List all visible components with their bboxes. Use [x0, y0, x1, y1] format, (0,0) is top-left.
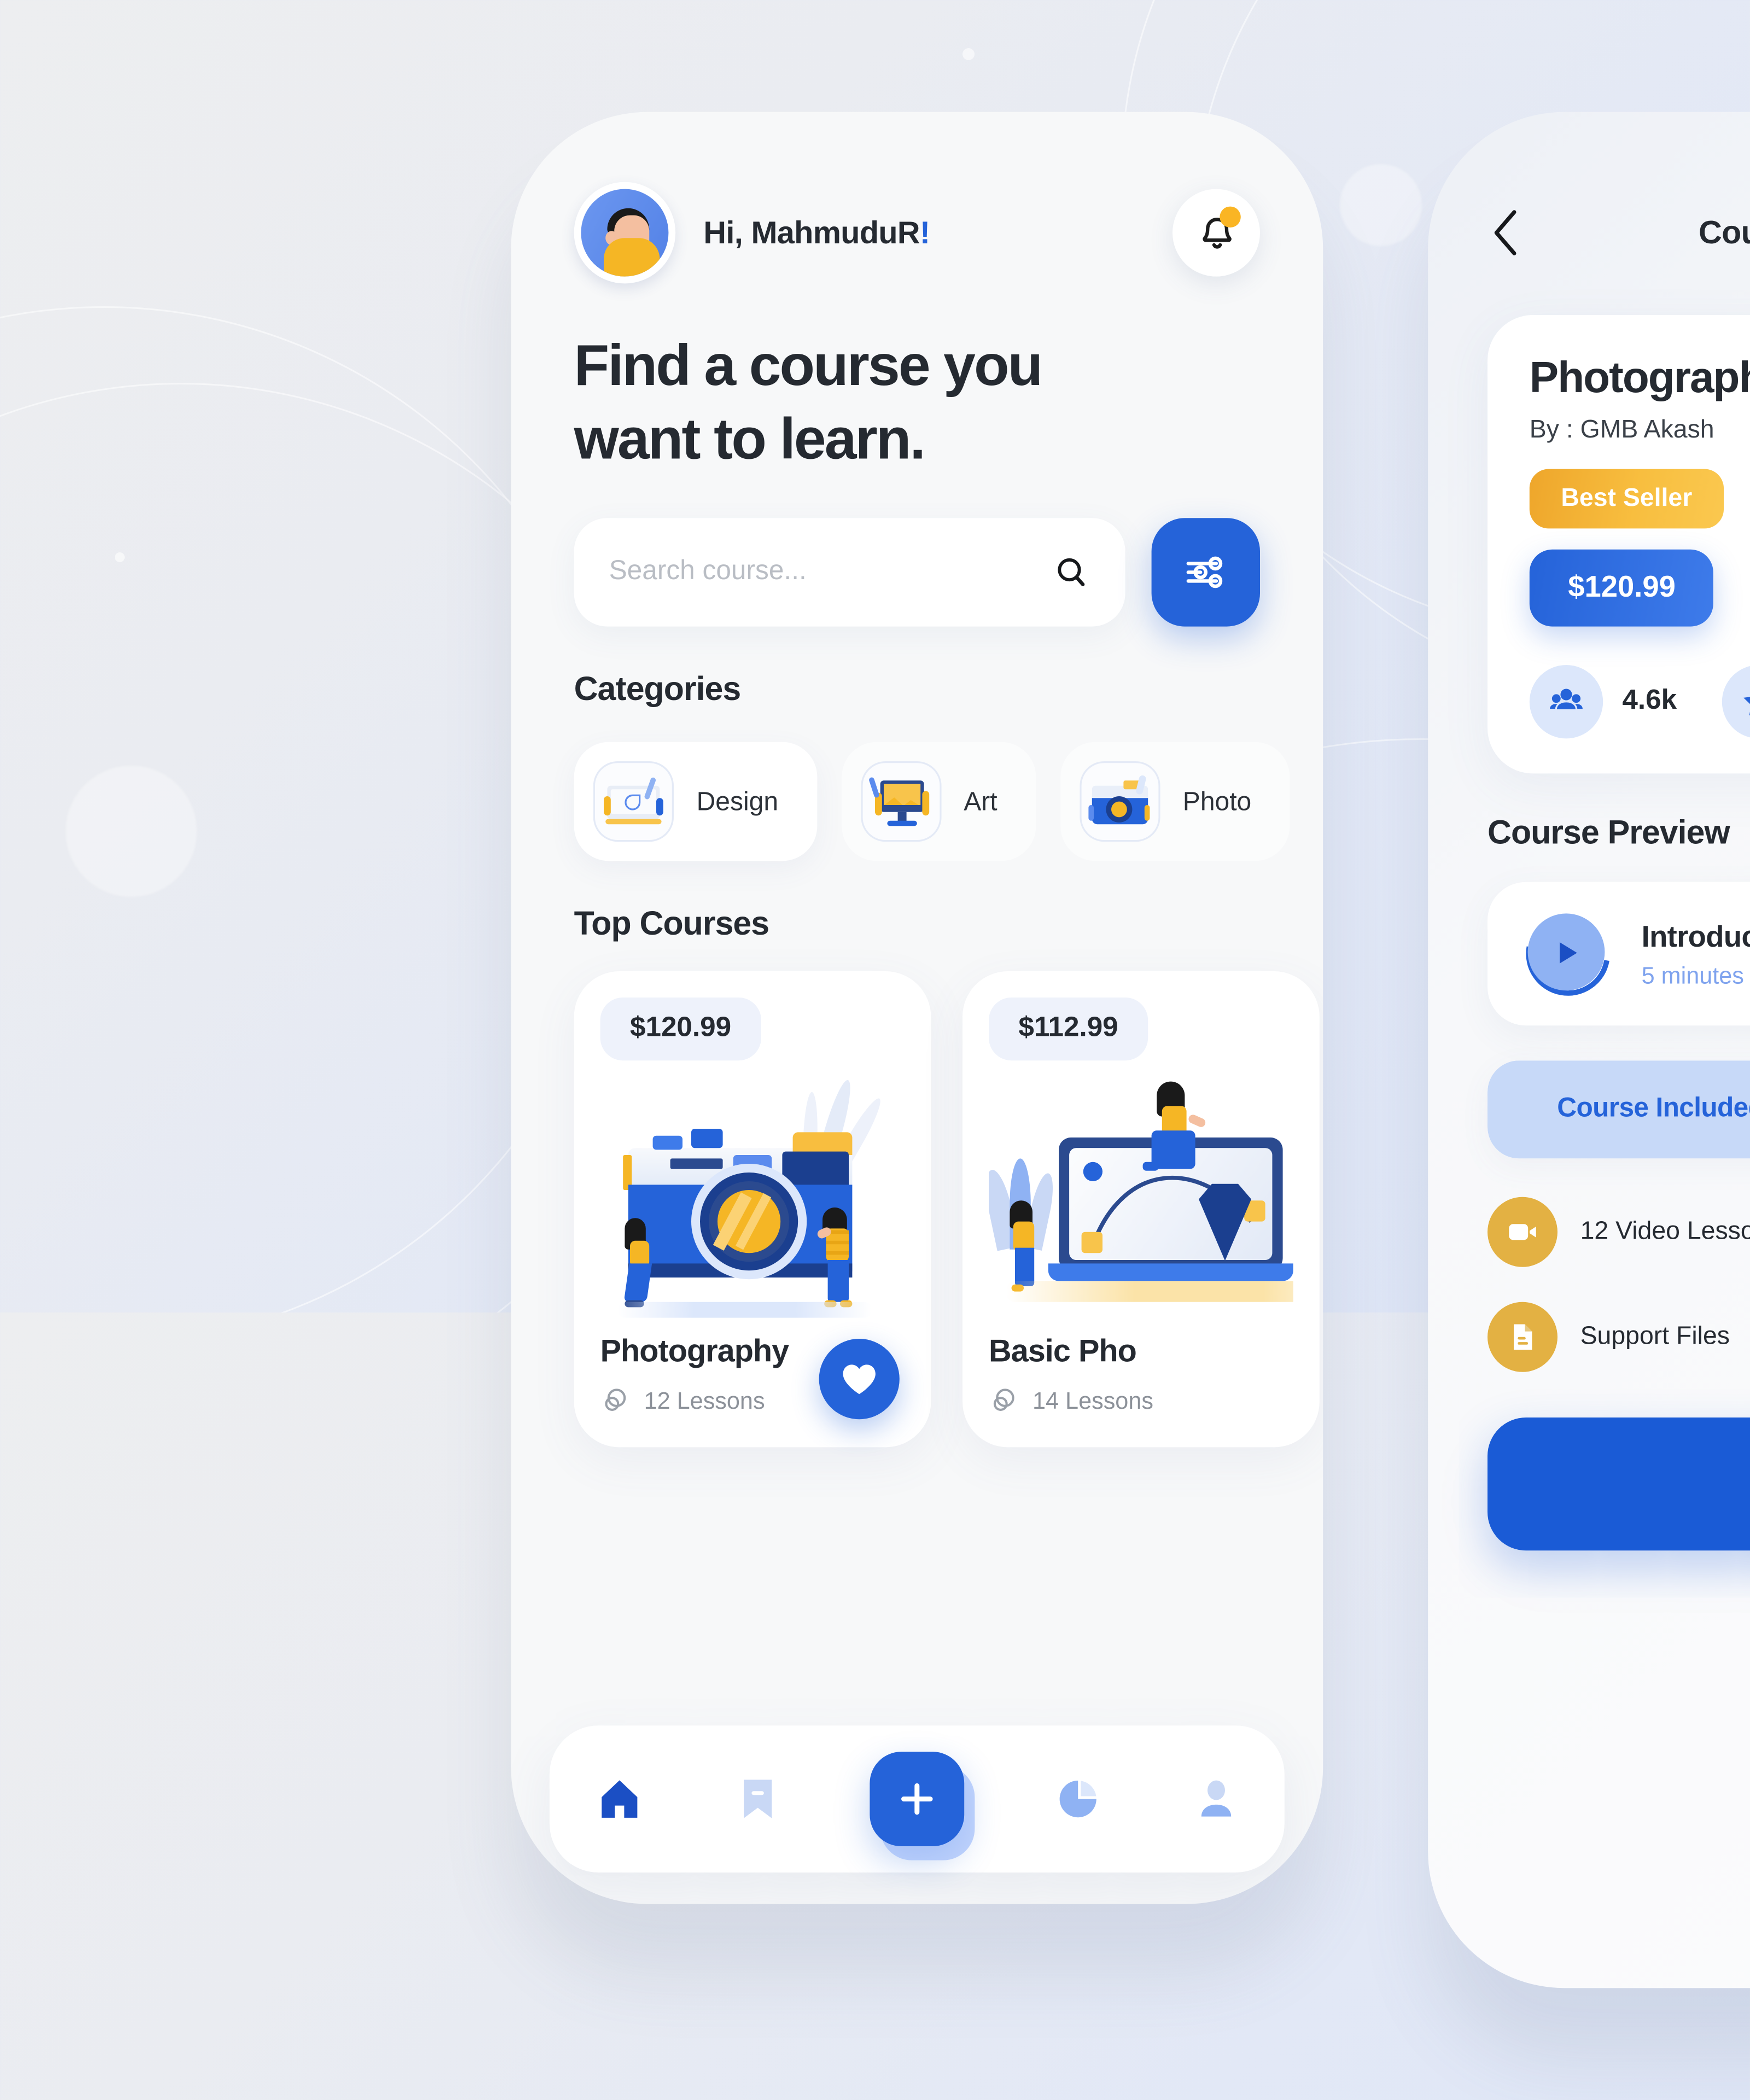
- stat-value: 4.6k: [1622, 686, 1677, 716]
- course-title: Basic Pho: [989, 1334, 1137, 1369]
- document-icon: [1488, 1302, 1558, 1372]
- category-item-design[interactable]: Design: [574, 743, 817, 862]
- sliders-icon: [1186, 557, 1223, 589]
- course-stats: 4.6k 4.9 2.5k: [1488, 627, 1750, 739]
- camera-illustration: [600, 1065, 905, 1327]
- play-icon: [1559, 941, 1577, 963]
- details-tabs: Course Included Description: [1488, 1060, 1750, 1159]
- preview-title: Introduction: [1641, 919, 1750, 953]
- course-author: By : GMB Akash: [1529, 416, 1714, 445]
- laptop-pen-illustration: [989, 1065, 1293, 1327]
- person-icon: [1200, 1780, 1230, 1817]
- search-box[interactable]: [574, 518, 1125, 628]
- people-icon: [1529, 665, 1603, 739]
- video-camera-icon: [1488, 1197, 1558, 1267]
- nav-bookmark[interactable]: [736, 1775, 781, 1824]
- category-label: Design: [696, 787, 779, 818]
- best-seller-badge: Best Seller: [1529, 469, 1724, 529]
- play-button[interactable]: [1509, 895, 1627, 1012]
- stat-rating: 4.9: [1722, 665, 1750, 739]
- course-card-basic-photo[interactable]: $112.99 Basic Pho 14 Lessons: [962, 972, 1320, 1448]
- course-details-screen: Course Details: [1428, 112, 1750, 1988]
- top-courses-title: Top Courses: [574, 907, 770, 944]
- nav-add-button[interactable]: [870, 1752, 965, 1846]
- greeting-text: Hi, MahmuduR!: [703, 214, 930, 251]
- course-price: $120.99: [600, 998, 761, 1061]
- back-button[interactable]: [1488, 207, 1526, 259]
- lessons-icon: [605, 1389, 626, 1412]
- details-header: Course Details: [1428, 112, 1750, 277]
- bottom-navigation: [549, 1725, 1285, 1872]
- course-preview-title: Course Preview: [1488, 815, 1730, 853]
- design-tablet-icon: [593, 762, 674, 843]
- heart-icon: [843, 1365, 876, 1395]
- greeting-bang: !: [919, 214, 930, 249]
- checkout-button[interactable]: Checkout: [1488, 1418, 1750, 1551]
- category-item-photo[interactable]: Photo: [1060, 743, 1290, 862]
- feature-label: Support Files: [1580, 1323, 1730, 1351]
- preview-duration: 5 minutes: [1641, 961, 1744, 988]
- features-grid: 12 Video Lessons Assignments: [1488, 1197, 1750, 1372]
- category-item-art[interactable]: Art: [841, 743, 1036, 862]
- page-title: Course Details: [1699, 213, 1750, 250]
- categories-list: Design Art Photo: [511, 711, 1323, 862]
- search-input[interactable]: [609, 557, 1035, 589]
- search-row: [511, 477, 1323, 628]
- plus-icon: [901, 1783, 933, 1815]
- user-greeting-group[interactable]: Hi, MahmuduR!: [574, 182, 930, 284]
- home-icon: [602, 1780, 638, 1818]
- page-title: Find a course you want to learn.: [511, 283, 1323, 477]
- avatar[interactable]: [574, 182, 676, 284]
- category-label: Photo: [1182, 787, 1252, 818]
- hero-line-1: Find a course you: [574, 332, 1043, 398]
- lessons-icon: [993, 1389, 1014, 1412]
- feature-label: 12 Video Lessons: [1580, 1218, 1750, 1246]
- star-icon: [1722, 665, 1750, 739]
- course-title: Photography: [1529, 353, 1750, 402]
- courses-list: $120.99 Photography 12 Lessons $112.99 B…: [511, 946, 1323, 1448]
- notification-badge-dot: [1220, 206, 1241, 228]
- course-card-photography[interactable]: $120.99 Photography 12 Lessons: [574, 972, 931, 1448]
- home-screen: Hi, MahmuduR! Find a course you want to …: [511, 112, 1323, 1904]
- search-icon[interactable]: [1052, 554, 1090, 592]
- course-price-badge: $120.99: [1529, 549, 1714, 627]
- camera-icon: [1080, 762, 1160, 843]
- course-meta: 14 Lessons: [989, 1387, 1293, 1416]
- course-lessons: 12 Lessons: [644, 1389, 765, 1415]
- category-label: Art: [964, 787, 998, 818]
- greeting-name: Hi, MahmuduR: [703, 214, 920, 249]
- bookmark-icon: [744, 1780, 772, 1818]
- course-lessons: 14 Lessons: [1032, 1389, 1153, 1415]
- hero-line-2: want to learn.: [574, 406, 926, 471]
- home-header: Hi, MahmuduR!: [511, 112, 1323, 284]
- art-monitor-icon: [860, 762, 941, 843]
- nav-stats[interactable]: [1053, 1775, 1102, 1824]
- feature-support-files: Support Files: [1488, 1302, 1750, 1372]
- feature-video-lessons: 12 Video Lessons: [1488, 1197, 1750, 1267]
- chevron-left-icon: [1494, 210, 1516, 255]
- course-summary-card: Photography By : GMB Akash Best Seller $…: [1488, 315, 1750, 774]
- notification-button[interactable]: [1172, 189, 1260, 277]
- stat-students: 4.6k: [1529, 665, 1677, 739]
- tab-course-included[interactable]: Course Included: [1488, 1060, 1750, 1159]
- filter-button[interactable]: [1151, 518, 1260, 628]
- categories-title: Categories: [574, 673, 742, 710]
- preview-item-introduction[interactable]: Introduction 5 minutes: [1488, 882, 1750, 1026]
- nav-profile[interactable]: [1191, 1775, 1240, 1824]
- pie-chart-icon: [1059, 1781, 1096, 1818]
- nav-home[interactable]: [594, 1773, 646, 1825]
- course-price: $112.99: [989, 998, 1148, 1061]
